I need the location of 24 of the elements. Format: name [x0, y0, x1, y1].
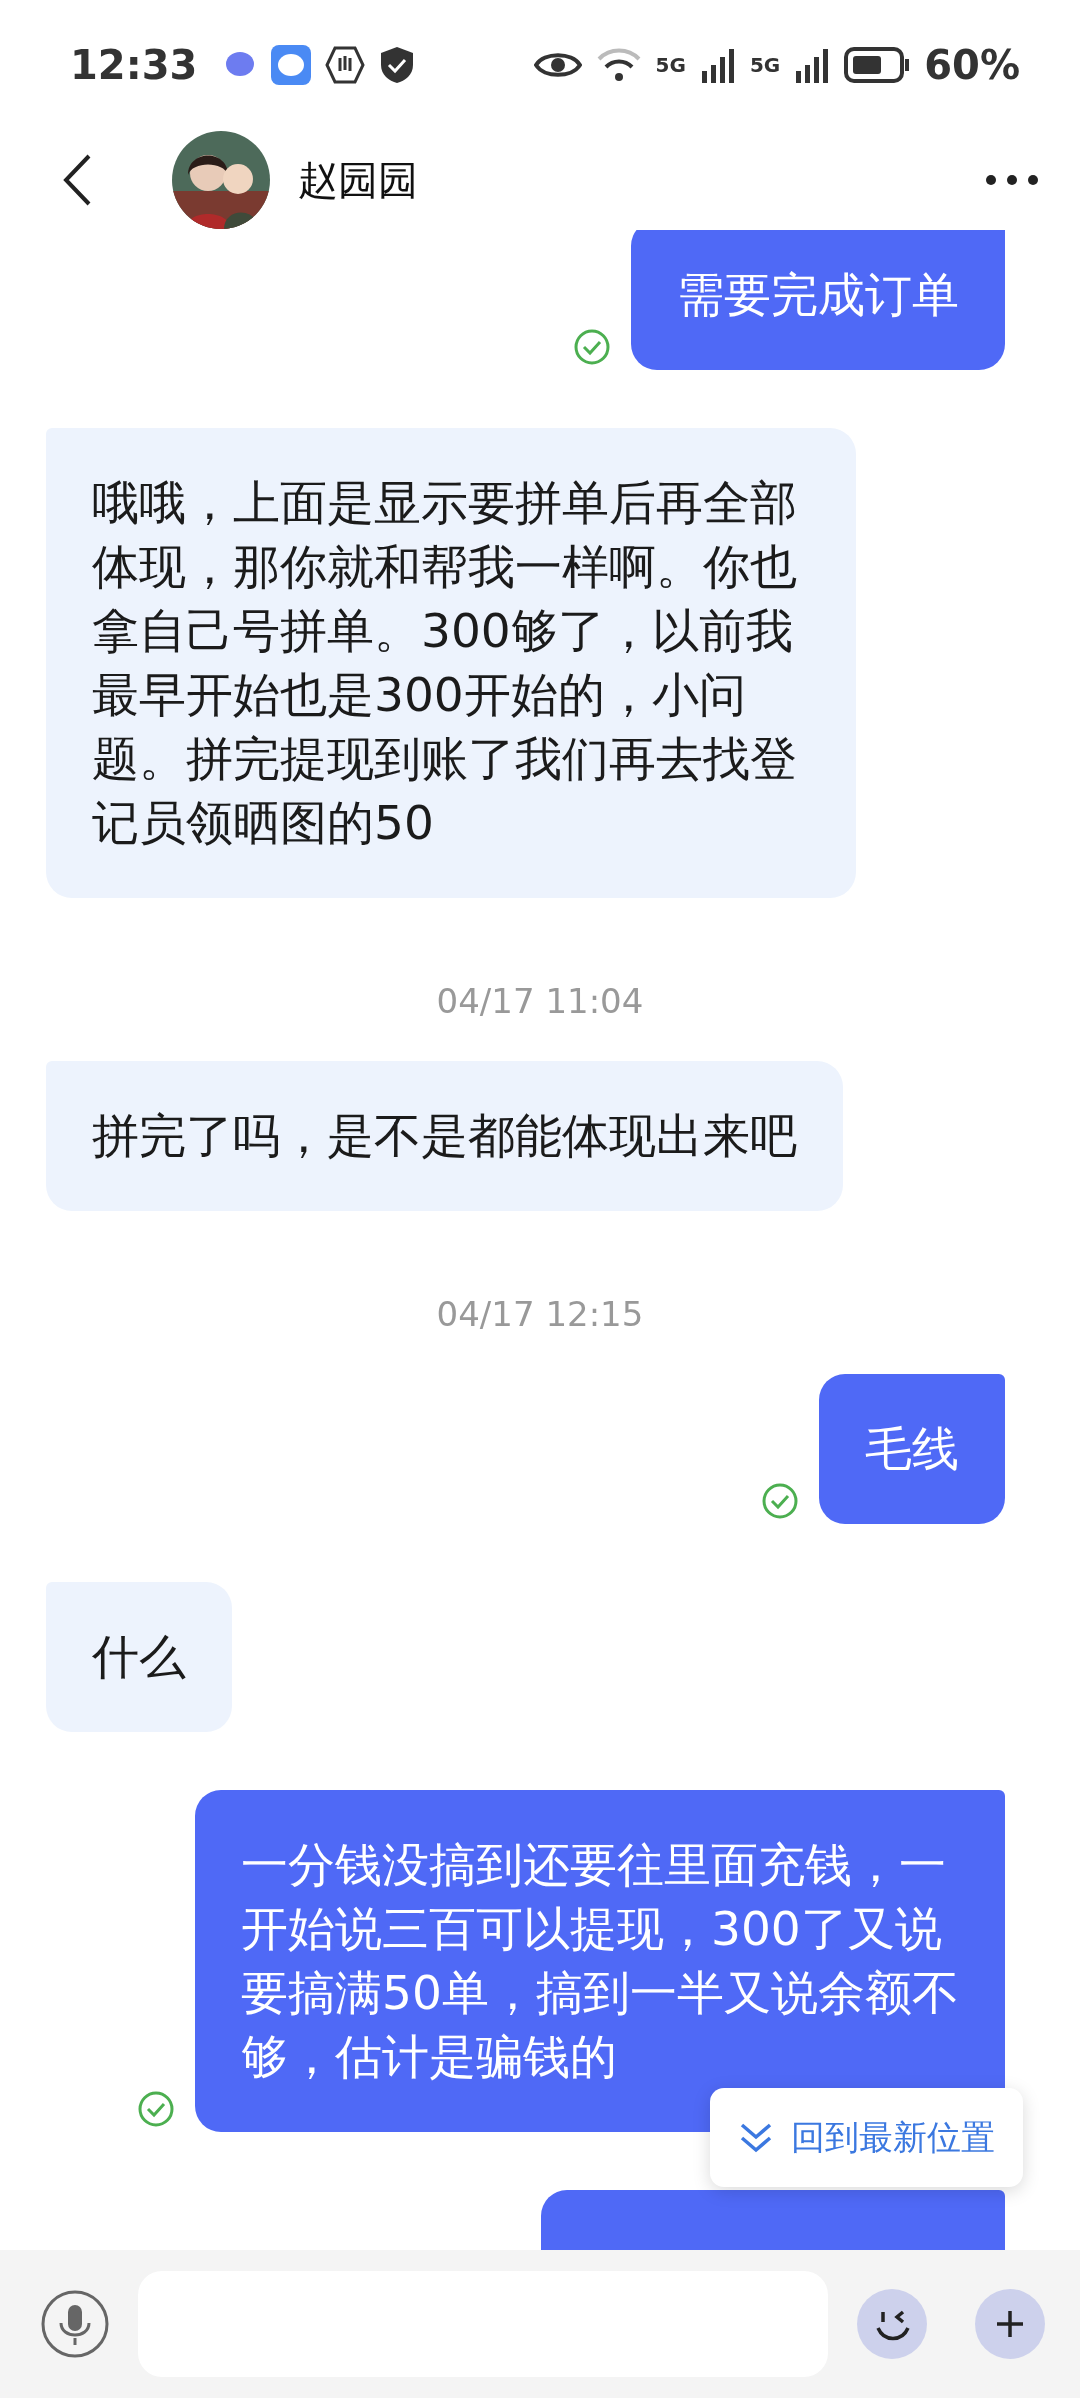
plus-icon — [994, 2308, 1026, 2340]
contact-name: 赵园园 — [298, 155, 419, 205]
message-bubble: 需要完成订单 — [631, 230, 1005, 370]
message-bubble: 拼完了吗，是不是都能体现出来吧 — [46, 1061, 843, 1211]
signal-icon — [794, 47, 831, 83]
wifi-icon — [595, 47, 642, 83]
network-type: 5G — [749, 53, 781, 77]
eye-icon — [533, 50, 582, 80]
double-chevron-icon — [738, 2121, 773, 2154]
battery-icon — [844, 47, 911, 83]
message-bubble: 哦哦，上面是显示要拼单后再全部体现，那你就和帮我一样啊。你也拿自己号拼单。300够了，以前我最早开始也是300开始的，小问题。拼完提现到账了我们再去找登记员领晒图的50 — [46, 428, 856, 898]
message-bubble: 毛线 — [819, 1374, 1005, 1524]
network-type: 5G — [655, 53, 686, 77]
message-bubble: 什么 — [46, 1582, 232, 1732]
timestamp: 04/17 12:15 — [436, 1294, 644, 1334]
battery-level: 60% — [924, 42, 1020, 88]
message-app-icon — [271, 45, 312, 85]
signal-icon — [699, 47, 736, 83]
more-icon[interactable] — [984, 173, 1040, 187]
status-time: 12:33 — [70, 42, 198, 88]
shield-icon — [379, 45, 416, 85]
microphone-icon[interactable] — [40, 2289, 110, 2359]
back-icon[interactable] — [62, 153, 92, 207]
timestamp: 04/17 11:04 — [436, 981, 644, 1021]
